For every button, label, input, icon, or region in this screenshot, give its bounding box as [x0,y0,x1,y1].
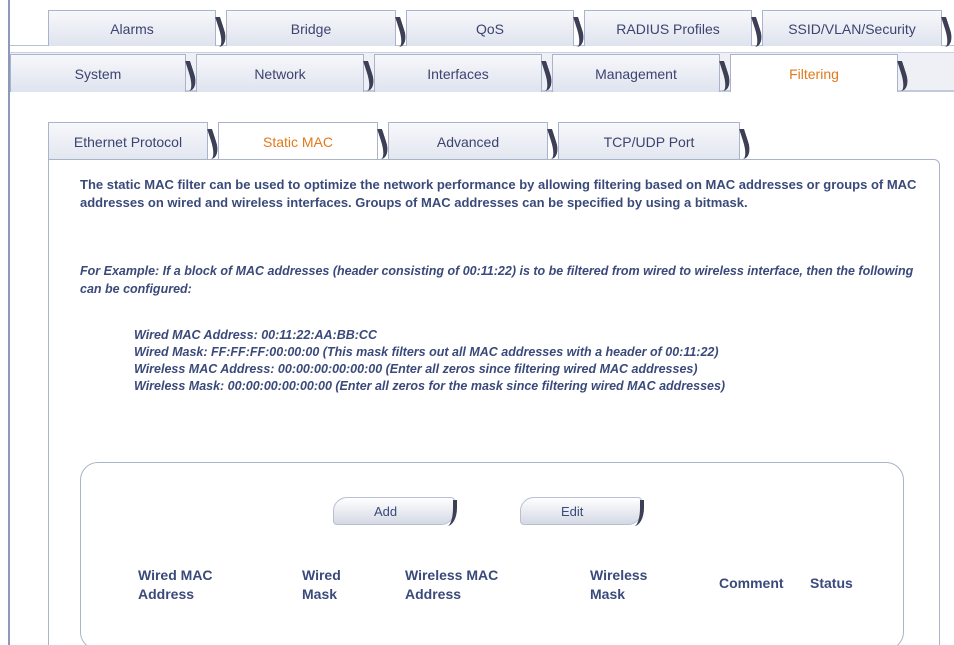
tab-label: SSID/VLAN/Security [788,20,916,37]
example-intro: For Example: If a block of MAC addresses… [80,264,914,296]
header-line: Wireless [590,567,648,583]
subtab-tcp-udp-port[interactable]: TCP/UDP Port [558,122,740,160]
tab-system[interactable]: System [10,54,186,92]
tab-label: Interfaces [427,65,489,82]
tab-label: Alarms [110,20,154,37]
example-line: Wireless MAC Address: 00:00:00:00:00:00 … [134,362,698,376]
header-line: Address [138,586,195,602]
example-line: Wired Mask: FF:FF:FF:00:00:00 (This mask… [134,345,719,359]
header-line: Comment [719,575,784,591]
subtab-static-mac[interactable]: Static MAC [218,122,378,161]
description-text: The static MAC filter can be used to opt… [80,177,917,210]
tab-ssid-vlan-security[interactable]: SSID/VLAN/Security [762,10,942,46]
subtab-label: Advanced [436,133,500,150]
column-header-status: Status [810,574,853,593]
tab-label: Network [254,65,306,82]
tab-bridge[interactable]: Bridge [226,10,396,46]
column-header-wired-mac-address: Wired MAC Address [138,566,213,604]
subtab-label: TCP/UDP Port [603,133,695,150]
tab-label: Bridge [290,20,332,37]
example-list: Wired MAC Address: 00:11:22:AA:BB:CC Wir… [134,327,934,395]
header-line: Mask [590,586,626,602]
example-line: Wireless Mask: 00:00:00:00:00:00 (Enter … [134,379,726,393]
header-line: Wired [302,567,341,583]
tab-alarms[interactable]: Alarms [48,10,216,46]
tab-label: System [74,65,122,82]
edit-button[interactable]: Edit [520,497,644,526]
example-line: Wired MAC Address: 00:11:22:AA:BB:CC [134,328,377,342]
tab-radius-profiles[interactable]: RADIUS Profiles [584,10,752,46]
column-header-wireless-mac-address: Wireless MAC Address [405,566,498,604]
tab-interfaces[interactable]: Interfaces [374,54,542,92]
add-button-label: Add [374,503,398,519]
column-header-wireless-mask: Wireless Mask [590,566,647,604]
tab-filtering[interactable]: Filtering [730,54,898,92]
subtab-ethernet-protocol[interactable]: Ethernet Protocol [48,122,208,160]
tab-label: QoS [475,20,504,37]
tab-management[interactable]: Management [552,54,720,92]
mac-filter-table-box [80,462,904,645]
header-line: Mask [302,586,338,602]
header-line: Address [405,586,462,602]
header-line: Wired MAC [138,567,213,583]
tab-qos[interactable]: QoS [406,10,574,46]
top-tab-row-1: Alarms Bridge QoS RADIUS Profiles SSID/V… [10,10,954,46]
add-button[interactable]: Add [333,497,457,526]
edit-button-label: Edit [561,503,584,519]
subtab-label: Static MAC [262,134,333,150]
top-tab-row-2: System Network Interfaces Management Fil… [10,52,954,92]
subtab-label: Ethernet Protocol [73,133,183,150]
subtab-advanced[interactable]: Advanced [388,122,548,160]
column-header-comment: Comment [719,574,784,593]
column-header-wired-mask: Wired Mask [302,566,341,604]
sub-tab-row: Ethernet Protocol Static MAC Advanced TC… [48,122,938,161]
tab-network[interactable]: Network [196,54,364,92]
tab-label: RADIUS Profiles [616,20,720,37]
header-line: Status [810,575,853,591]
tab-label: Filtering [789,65,839,82]
header-line: Wireless MAC [405,567,499,583]
tab-label: Management [595,65,677,82]
